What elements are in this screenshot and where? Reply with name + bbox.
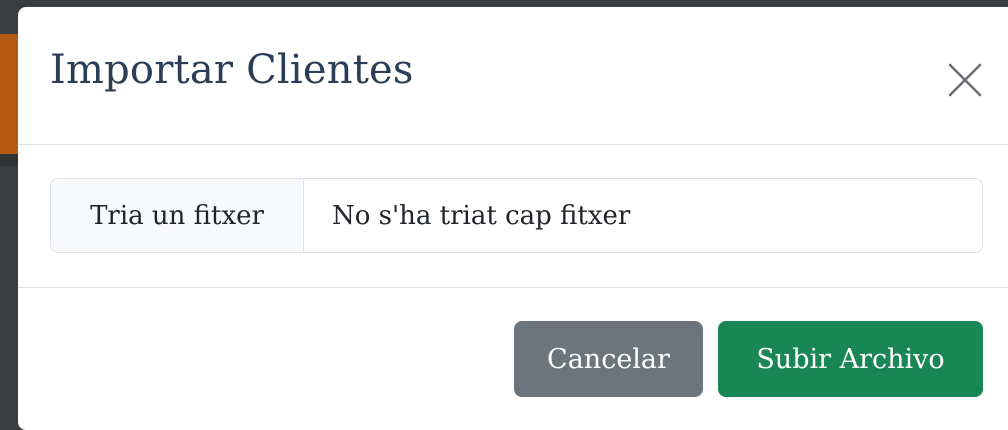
import-clients-modal: Importar Clientes Tria un fitxer No s'ha…: [18, 7, 1008, 430]
submit-file-button[interactable]: Subir Archivo: [718, 321, 983, 397]
choose-file-button[interactable]: Tria un fitxer: [51, 179, 304, 252]
close-icon: [942, 63, 988, 106]
modal-header: Importar Clientes: [18, 7, 1008, 145]
close-button[interactable]: [942, 57, 988, 103]
file-input[interactable]: Tria un fitxer No s'ha triat cap fitxer: [50, 178, 983, 253]
file-status-text: No s'ha triat cap fitxer: [332, 200, 631, 231]
modal-body: Tria un fitxer No s'ha triat cap fitxer: [18, 145, 1008, 288]
modal-title: Importar Clientes: [50, 47, 414, 93]
modal-footer: Cancelar Subir Archivo: [18, 288, 1008, 430]
cancel-button[interactable]: Cancelar: [514, 321, 703, 397]
